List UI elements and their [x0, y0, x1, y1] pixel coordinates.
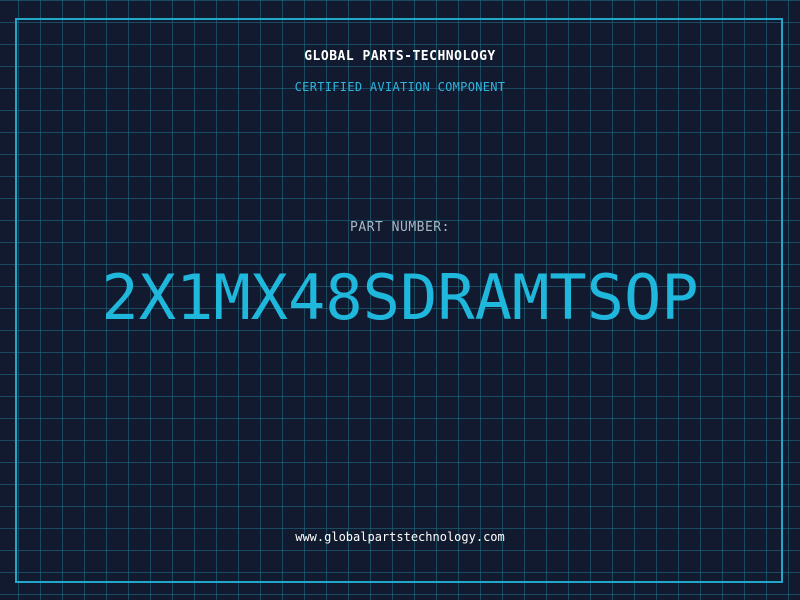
- part-number-value: 2X1MX48SDRAMTSOP: [101, 261, 699, 334]
- company-name: GLOBAL PARTS-TECHNOLOGY: [304, 49, 496, 64]
- website-url: www.globalpartstechnology.com: [295, 530, 505, 544]
- certification-subtitle: CERTIFIED AVIATION COMPONENT: [294, 80, 506, 94]
- part-number-label: PART NUMBER:: [350, 220, 450, 235]
